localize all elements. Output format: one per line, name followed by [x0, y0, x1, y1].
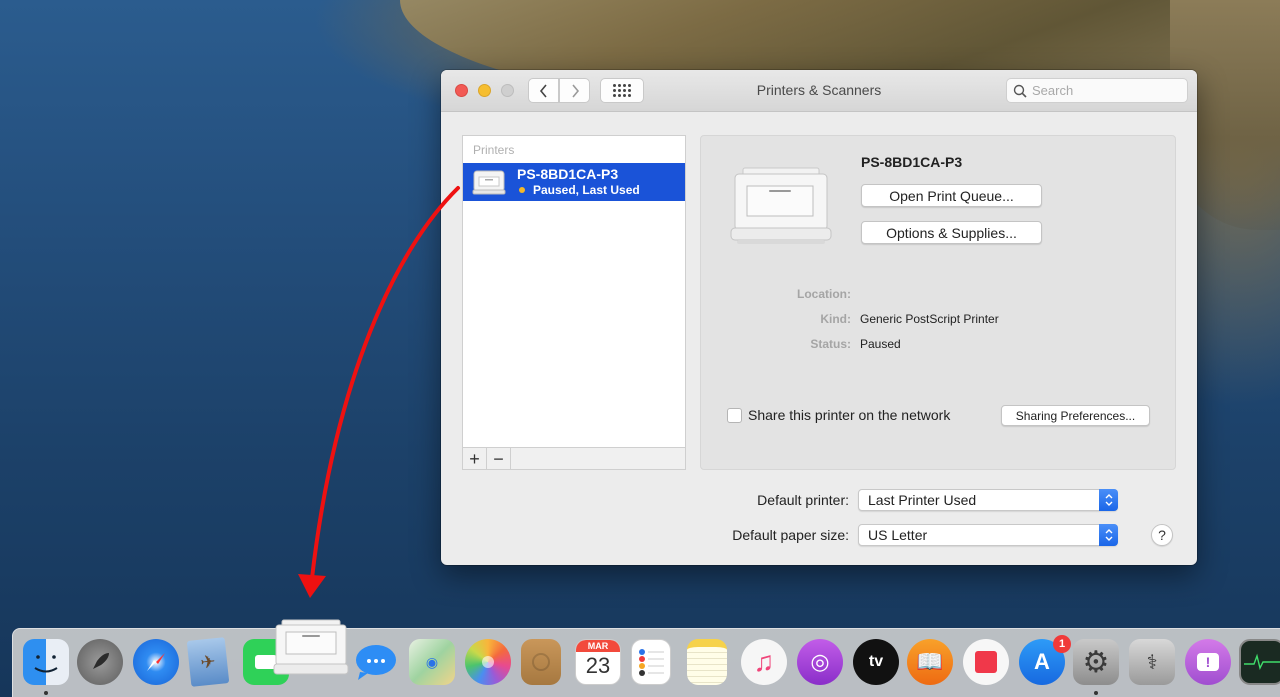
- dock-notes[interactable]: [687, 639, 727, 685]
- options-supplies-button[interactable]: Options & Supplies...: [861, 221, 1042, 244]
- share-printer-label: Share this printer on the network: [748, 407, 951, 423]
- kind-value: Generic PostScript Printer: [860, 312, 999, 326]
- dragged-printer-icon[interactable]: [272, 618, 350, 678]
- dock-mail[interactable]: ✈: [186, 637, 230, 687]
- search-input[interactable]: [1032, 83, 1172, 98]
- open-print-queue-button[interactable]: Open Print Queue...: [861, 184, 1042, 207]
- kind-row: Kind: Generic PostScript Printer: [701, 312, 1177, 326]
- music-note-icon: ♫: [753, 646, 775, 677]
- dock-music[interactable]: ♫: [741, 639, 787, 685]
- default-paper-row: Default paper size: US Letter: [441, 524, 1197, 546]
- feedback-label: !: [1197, 653, 1219, 671]
- dock-podcasts[interactable]: ◎: [797, 639, 843, 685]
- default-paper-select[interactable]: US Letter: [858, 524, 1118, 546]
- dock-contacts[interactable]: [521, 639, 561, 685]
- dock-activity-monitor[interactable]: [1239, 639, 1280, 685]
- dock: ✈ ◉ MAR 23 ♫ ◎ tv 📖 A 1 ⚙ ⚕ !: [12, 628, 1280, 697]
- finder-icon: [34, 655, 58, 673]
- default-printer-value: Last Printer Used: [868, 492, 977, 508]
- printer-list-item[interactable]: PS-8BD1CA-P3 Paused, Last Used: [463, 163, 685, 201]
- app-store-icon: A: [1034, 649, 1050, 674]
- sharing-preferences-button[interactable]: Sharing Preferences...: [1001, 405, 1150, 426]
- default-printer-select[interactable]: Last Printer Used: [858, 489, 1118, 511]
- updown-chevron-icon: [1099, 524, 1118, 546]
- printers-list-header: Printers: [473, 143, 515, 157]
- default-paper-value: US Letter: [868, 527, 928, 543]
- dock-finder[interactable]: [23, 639, 69, 685]
- eagle-stamp-icon: ✈: [199, 650, 217, 673]
- contacts-book-icon: [532, 653, 550, 671]
- dock-safari[interactable]: [133, 639, 179, 685]
- kind-label: Kind:: [820, 312, 851, 326]
- share-printer-checkbox[interactable]: [727, 407, 742, 423]
- printers-scanners-window: Printers & Scanners Printers PS-8BD1CA-P…: [441, 70, 1197, 565]
- speech-bubble-icon: [356, 645, 396, 680]
- search-field[interactable]: [1006, 78, 1188, 103]
- photos-flower-icon: [482, 656, 494, 668]
- remove-printer-button[interactable]: −: [487, 448, 511, 469]
- dock-news[interactable]: [963, 639, 1009, 685]
- printer-status-text: Paused, Last Used: [533, 183, 640, 197]
- title-bar: Printers & Scanners: [441, 70, 1197, 112]
- podcast-icon: ◎: [810, 649, 830, 674]
- rocket-icon: [93, 653, 109, 669]
- stethoscope-icon: ⚕: [1146, 651, 1158, 674]
- search-icon: [1013, 84, 1027, 98]
- calendar-day: 23: [585, 653, 611, 678]
- help-button[interactable]: ?: [1151, 524, 1173, 546]
- dock-calendar[interactable]: MAR 23: [575, 639, 621, 685]
- dock-disk-utility[interactable]: ⚕: [1129, 639, 1175, 685]
- compass-icon: [147, 653, 165, 671]
- printer-detail-panel: PS-8BD1CA-P3 Open Print Queue... Options…: [700, 135, 1176, 470]
- dock-books[interactable]: 📖: [907, 639, 953, 685]
- checklist-icon: [639, 649, 664, 676]
- printers-list: Printers PS-8BD1CA-P3 Paused, Last Used: [462, 135, 686, 470]
- status-value: Paused: [860, 337, 901, 351]
- printer-icon: [472, 170, 506, 195]
- list-footer: + −: [462, 447, 686, 470]
- printer-status: Paused, Last Used: [517, 182, 640, 198]
- dock-photos[interactable]: [465, 639, 511, 685]
- running-indicator: [1094, 691, 1098, 695]
- default-printer-label: Default printer:: [757, 492, 849, 508]
- news-icon: [975, 651, 997, 673]
- status-dot-icon: [519, 187, 525, 193]
- tv-label: tv: [868, 653, 884, 670]
- dock-maps[interactable]: ◉: [409, 639, 455, 685]
- calendar-month: MAR: [576, 640, 620, 652]
- detail-printer-name: PS-8BD1CA-P3: [861, 154, 963, 170]
- status-row: Status: Paused: [701, 337, 1177, 351]
- default-paper-label: Default paper size:: [732, 527, 849, 543]
- location-label: Location:: [797, 287, 851, 301]
- add-printer-button[interactable]: +: [463, 448, 487, 469]
- open-book-icon: 📖: [916, 649, 944, 674]
- dock-launchpad[interactable]: [77, 639, 123, 685]
- dock-reminders[interactable]: [631, 639, 671, 685]
- gear-icon: ⚙: [1082, 645, 1110, 679]
- printer-large-icon: [730, 167, 832, 244]
- pulse-icon: [1244, 653, 1280, 671]
- dock-messages[interactable]: [353, 639, 399, 685]
- location-row: Location:: [701, 287, 1177, 301]
- dock-feedback-assistant[interactable]: !: [1185, 639, 1231, 685]
- status-label: Status:: [810, 337, 851, 351]
- running-indicator: [44, 691, 48, 695]
- printer-name: PS-8BD1CA-P3: [517, 166, 619, 182]
- share-printer-row[interactable]: Share this printer on the network: [727, 407, 950, 423]
- default-printer-row: Default printer: Last Printer Used: [441, 489, 1197, 511]
- map-icon: ◉: [425, 653, 439, 670]
- dock-tv[interactable]: tv: [853, 639, 899, 685]
- dock-app-store[interactable]: A 1: [1019, 635, 1071, 685]
- updown-chevron-icon: [1099, 489, 1118, 511]
- dock-system-preferences[interactable]: ⚙: [1073, 639, 1119, 685]
- app-store-badge: 1: [1053, 635, 1071, 653]
